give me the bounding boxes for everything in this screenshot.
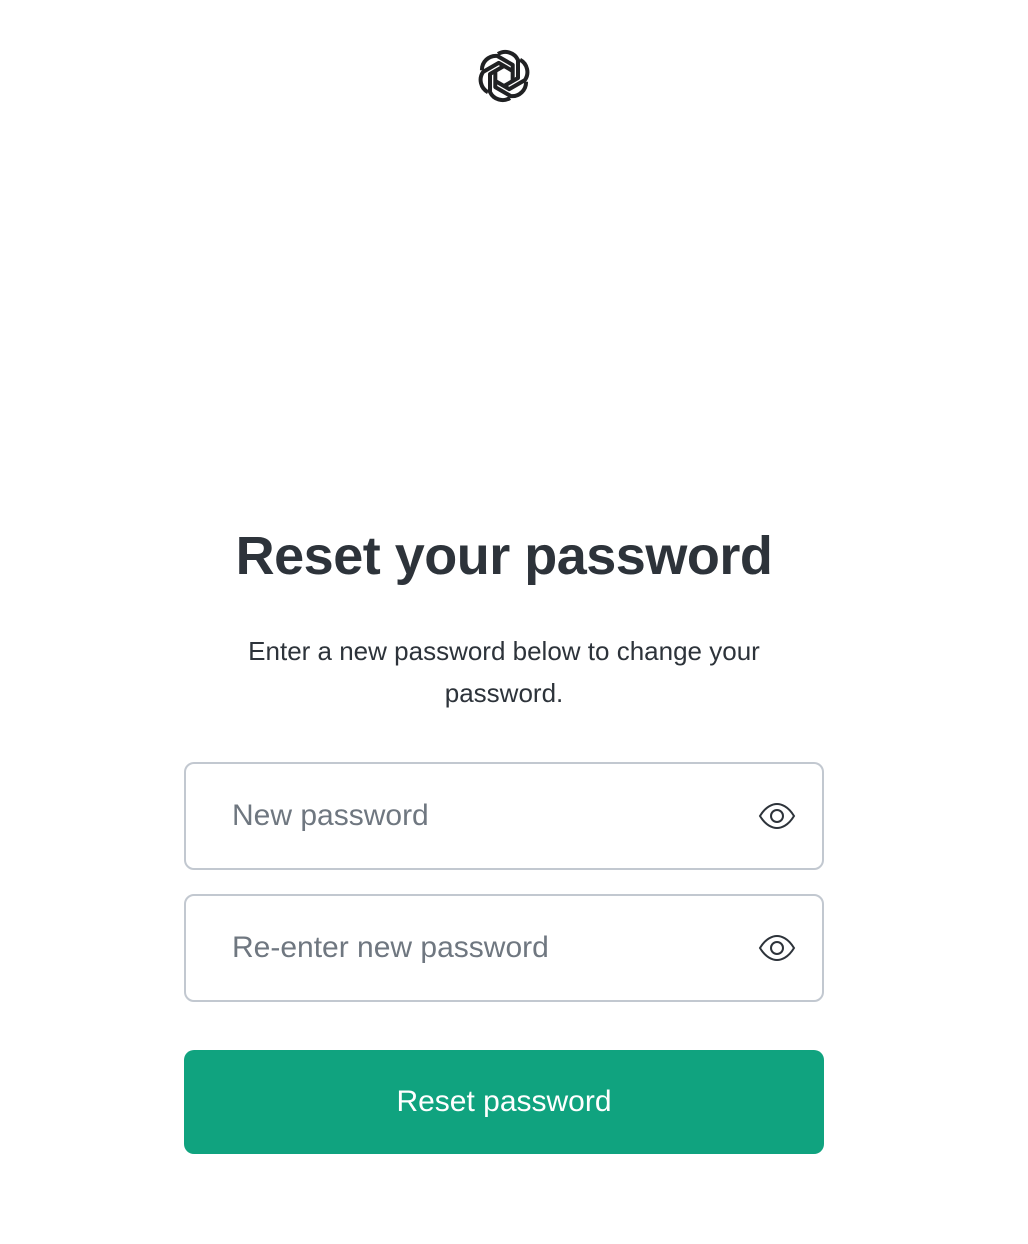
confirm-password-field-wrapper [184,894,824,1002]
new-password-field-wrapper [184,762,824,870]
reset-password-button[interactable]: Reset password [184,1050,824,1154]
eye-icon[interactable] [758,934,796,962]
eye-icon[interactable] [758,802,796,830]
page-subtitle: Enter a new password below to change you… [248,636,760,708]
new-password-input[interactable] [186,764,822,868]
page-title: Reset your password [235,526,773,586]
confirm-password-input[interactable] [186,896,822,1000]
reset-password-form: Reset your password Enter a new password… [184,520,824,1154]
openai-logo-icon [472,44,536,108]
